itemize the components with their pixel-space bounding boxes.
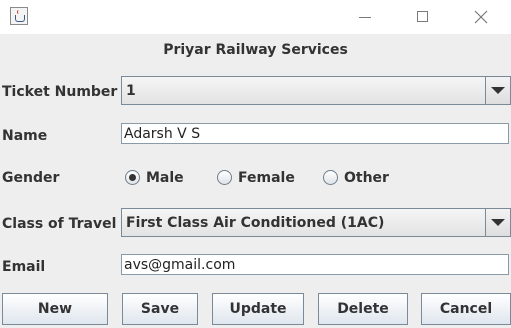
gender-option-other: Other	[344, 170, 389, 186]
ticket-number-value: 1	[126, 83, 136, 99]
maximize-icon	[417, 11, 428, 22]
radio-unselected-icon[interactable]	[323, 170, 338, 185]
close-button[interactable]	[459, 0, 505, 34]
gender-option-male: Male	[146, 170, 184, 186]
title-bar	[0, 0, 511, 34]
radio-unselected-icon[interactable]	[217, 170, 232, 185]
minimize-button[interactable]	[343, 0, 389, 34]
close-icon	[474, 10, 488, 24]
new-button[interactable]: New	[2, 293, 108, 325]
update-button[interactable]: Update	[212, 293, 304, 325]
ticket-number-label: Ticket Number	[2, 84, 118, 100]
class-of-travel-value: First Class Air Conditioned (1AC)	[126, 215, 385, 231]
cancel-button[interactable]: Cancel	[421, 293, 511, 325]
ticket-number-combo[interactable]: 1	[121, 76, 511, 105]
email-label: Email	[2, 259, 46, 275]
gender-option-female: Female	[238, 170, 295, 186]
name-field[interactable]	[121, 123, 509, 144]
chevron-down-icon[interactable]	[485, 77, 510, 104]
save-button[interactable]: Save	[122, 293, 198, 325]
class-of-travel-combo[interactable]: First Class Air Conditioned (1AC)	[121, 208, 511, 237]
form-title: Priyar Railway Services	[163, 42, 348, 58]
gender-label: Gender	[2, 170, 60, 186]
java-cup-icon[interactable]	[10, 7, 28, 25]
name-label: Name	[2, 128, 48, 144]
radio-selected-icon[interactable]	[125, 170, 140, 185]
delete-button[interactable]: Delete	[318, 293, 408, 325]
maximize-button[interactable]	[401, 0, 447, 34]
chevron-down-icon[interactable]	[485, 209, 510, 236]
minimize-icon	[359, 17, 371, 18]
email-field[interactable]	[121, 254, 509, 275]
class-of-travel-label: Class of Travel	[2, 216, 117, 232]
